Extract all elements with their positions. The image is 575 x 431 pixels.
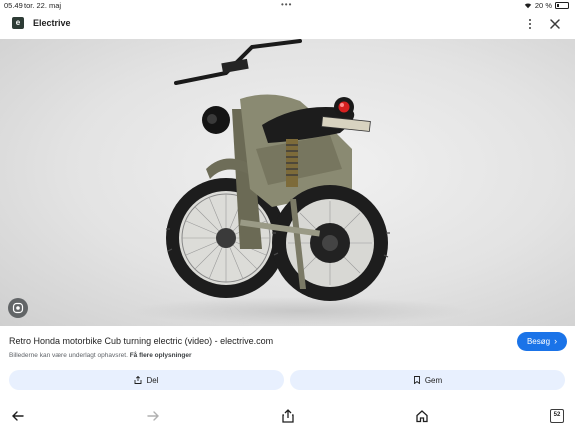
status-bar: 05.49 tor. 22. maj ••• 20 % — [0, 0, 575, 11]
copyright-text: Billederne kan være underlagt ophavsret. — [9, 352, 128, 359]
visit-button[interactable]: Besøg › — [517, 332, 567, 351]
status-date: tor. 22. maj — [24, 1, 62, 10]
home-icon[interactable] — [415, 409, 429, 423]
lens-icon — [12, 302, 24, 314]
forward-arrow-icon[interactable] — [146, 409, 160, 423]
copyright-notice: Billederne kan være underlagt ophavsret.… — [9, 352, 191, 359]
multitasking-dots-icon[interactable]: ••• — [281, 0, 292, 9]
save-button-label: Gem — [424, 375, 443, 385]
lens-search-button[interactable] — [8, 298, 28, 318]
hero-image[interactable] — [0, 39, 575, 326]
wifi-icon — [524, 3, 532, 9]
share-button[interactable]: Del — [9, 370, 284, 390]
motorcycle-photo — [130, 39, 470, 325]
share-button-label: Del — [146, 375, 159, 385]
battery-icon — [555, 2, 569, 9]
chevron-right-icon: › — [554, 336, 558, 346]
share-icon — [135, 376, 142, 384]
visit-button-label: Besøg — [526, 337, 551, 346]
close-icon[interactable] — [549, 18, 561, 30]
save-button[interactable]: Gem — [290, 370, 565, 390]
site-name: Electrive — [33, 18, 71, 28]
status-time: 05.49 — [4, 1, 23, 10]
status-indicators: 20 % — [524, 1, 569, 10]
tabs-count-button[interactable]: 52 — [550, 409, 564, 423]
learn-more-link[interactable]: Få flere oplysninger — [130, 352, 192, 359]
back-arrow-icon[interactable] — [11, 409, 25, 423]
site-logo: e — [12, 17, 24, 29]
battery-percentage: 20 % — [534, 1, 552, 10]
bottom-navigation: 52 — [0, 400, 575, 431]
image-title[interactable]: Retro Honda motorbike Cub turning electr… — [9, 336, 273, 346]
share-page-icon[interactable] — [281, 409, 295, 423]
title-bar: e Electrive — [0, 11, 575, 39]
more-options-icon[interactable] — [524, 16, 536, 32]
bookmark-icon — [413, 376, 420, 384]
